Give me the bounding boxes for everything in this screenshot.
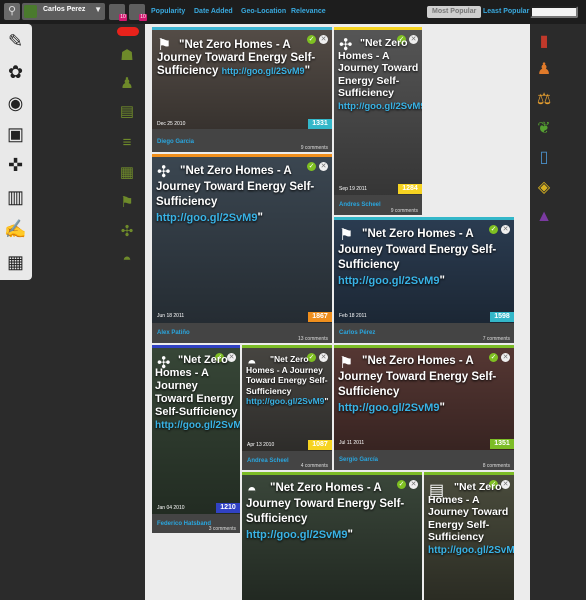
search-icon[interactable]: ⚲ [4, 3, 20, 20]
card-title: "Net Zero Homes - A Journey Toward Energ… [338, 228, 497, 287]
comment-count[interactable]: 3 comments [209, 526, 236, 532]
user-name: Carlos Perez [43, 6, 86, 13]
notepad-pen-icon[interactable]: ✍ [3, 216, 28, 241]
card-author[interactable]: Andres Scheel [339, 202, 381, 208]
calendar-grid-icon[interactable]: ▦ [3, 249, 28, 274]
card-author[interactable]: Carlos Pérez [339, 330, 375, 336]
post-card[interactable]: ✣ ✓ ✕ "Net Zero Homes - A Journey Toward… [152, 345, 240, 533]
close-pill-button[interactable] [117, 27, 139, 36]
edit-note-icon[interactable]: ✎ [3, 28, 28, 53]
comment-count[interactable]: 9 comments [391, 208, 418, 214]
warning-triangle-icon[interactable]: ▲ [533, 206, 555, 228]
comment-count[interactable]: 9 comments [301, 145, 328, 151]
speech-bubble-icon[interactable]: ▤ [117, 101, 137, 121]
card-title: "Net Zero Homes - A Journey Toward Energ… [246, 354, 329, 406]
chat-globe-icon[interactable]: ◉ [3, 90, 28, 115]
post-card[interactable]: ▤ ✓ ✕ "Net Zero Homes - A Journey Toward… [424, 472, 514, 600]
sort-popularity-link[interactable]: Popularity [151, 8, 185, 15]
list-icon[interactable]: ≡ [117, 132, 137, 152]
score-badge: 1087 [308, 440, 332, 450]
card-date: Jun 18 2011 [157, 313, 185, 319]
rubiks-cube-icon[interactable]: ◈ [533, 176, 555, 198]
backpack-icon[interactable]: ▥ [3, 184, 28, 209]
card-title: "Net Zero Homes - A Journey Toward Energ… [428, 481, 514, 556]
card-date: Feb 18 2011 [339, 313, 367, 319]
open-book-icon[interactable]: ▯ [533, 146, 555, 168]
notification-badge: 10 [119, 14, 127, 21]
comment-count[interactable]: 4 comments [301, 463, 328, 469]
post-card[interactable]: ⚑ ✓ ✕ "Net Zero Homes - A Journey Toward… [152, 27, 332, 152]
card-title: "Net Zero Homes - A Journey Toward Energ… [157, 39, 316, 77]
red-book-icon[interactable]: ▮ [533, 30, 555, 52]
card-date: Sep 19 2011 [339, 186, 367, 192]
score-badge: 1598 [490, 312, 514, 322]
card-author[interactable]: Andrea Scheel [247, 458, 289, 464]
score-badge: 1331 [308, 119, 332, 129]
search-input[interactable] [530, 6, 578, 18]
flag-icon[interactable]: ⚑ [117, 192, 137, 212]
card-author[interactable]: Alex Patiño [157, 330, 190, 336]
sort-relevance-link[interactable]: Relevance [291, 8, 326, 15]
people-icon[interactable]: ♟ [117, 73, 137, 93]
top-bar: ⚲ Carlos Perez ▼ 10 10 Popularity Date A… [0, 0, 586, 24]
score-badge: 1351 [490, 439, 514, 449]
post-card[interactable]: ⚑ ✓ ✕ "Net Zero Homes - A Journey Toward… [334, 345, 514, 470]
card-author[interactable]: Diego Garcia [157, 139, 194, 145]
sort-geo-location-link[interactable]: Geo-Location [241, 8, 286, 15]
post-card[interactable]: ◓ ✓ ✕ "Net Zero Homes - A Journey Toward… [242, 472, 422, 600]
post-card[interactable]: ◓ ✓ ✕ "Net Zero Homes - A Journey Toward… [242, 345, 332, 470]
card-author[interactable]: Federico Hatsband [157, 521, 211, 527]
cap-icon[interactable]: ◓ [117, 249, 137, 269]
comment-count[interactable]: 13 comments [298, 336, 328, 342]
chevron-down-icon: ▼ [94, 5, 102, 14]
message-badge: 10 [139, 14, 147, 21]
score-badge: 1210 [216, 503, 240, 513]
basket-icon[interactable]: ☗ [117, 45, 137, 65]
card-title: "Net Zero Homes - A Journey Toward Energ… [156, 165, 315, 224]
scales-icon[interactable]: ⚖ [533, 88, 555, 110]
gamepad-icon[interactable]: ✜ [3, 152, 28, 177]
post-card[interactable]: ⚑ ✓ ✕ "Net Zero Homes - A Journey Toward… [334, 217, 514, 343]
left-category-sidebar: ✎ ✿ ◉ ▣ ✜ ▥ ✍ ▦ [0, 24, 32, 280]
comment-count[interactable]: 7 comments [483, 336, 510, 342]
most-popular-tab[interactable]: Most Popular [427, 6, 482, 18]
notifications-button[interactable]: 10 [109, 4, 127, 21]
sort-date-added-link[interactable]: Date Added [194, 8, 233, 15]
card-date: Apr 13 2010 [247, 442, 275, 448]
card-title: "Net Zero Homes - A Journey Toward Energ… [338, 355, 497, 414]
flower-icon[interactable]: ✿ [3, 59, 28, 84]
post-card[interactable]: ✣ ✓ ✕ "Net Zero Homes - A Journey Toward… [152, 154, 332, 343]
calendar-13-icon[interactable]: ▦ [117, 162, 137, 182]
card-title: "Net Zero Homes - A Journey Toward Energ… [155, 354, 240, 431]
least-popular-tab[interactable]: Least Popular [483, 6, 529, 18]
family-icon[interactable]: ♟ [533, 58, 555, 80]
card-title: "Net Zero Homes - A Journey Toward Energ… [246, 482, 405, 541]
score-badge: 1867 [308, 312, 332, 322]
card-date: Jul 11 2011 [339, 440, 365, 446]
leaf-icon[interactable]: ❦ [533, 117, 555, 139]
avatar [24, 5, 37, 18]
comment-count[interactable]: 8 comments [483, 463, 510, 469]
camera-icon[interactable]: ▣ [3, 121, 28, 146]
card-title: "Net Zero Homes - A Journey Toward Energ… [338, 37, 422, 112]
puzzle-icon[interactable]: ✣ [117, 221, 137, 241]
card-author[interactable]: Sergio García [339, 457, 378, 463]
messages-button[interactable]: 10 [129, 4, 147, 21]
score-badge: 1284 [398, 184, 422, 194]
post-card[interactable]: ✣ ✓ ✕ "Net Zero Homes - A Journey Toward… [334, 27, 422, 215]
card-date: Dec 25 2010 [157, 121, 186, 127]
user-menu[interactable]: Carlos Perez ▼ [22, 3, 105, 20]
card-date: Jan 04 2010 [157, 505, 185, 511]
